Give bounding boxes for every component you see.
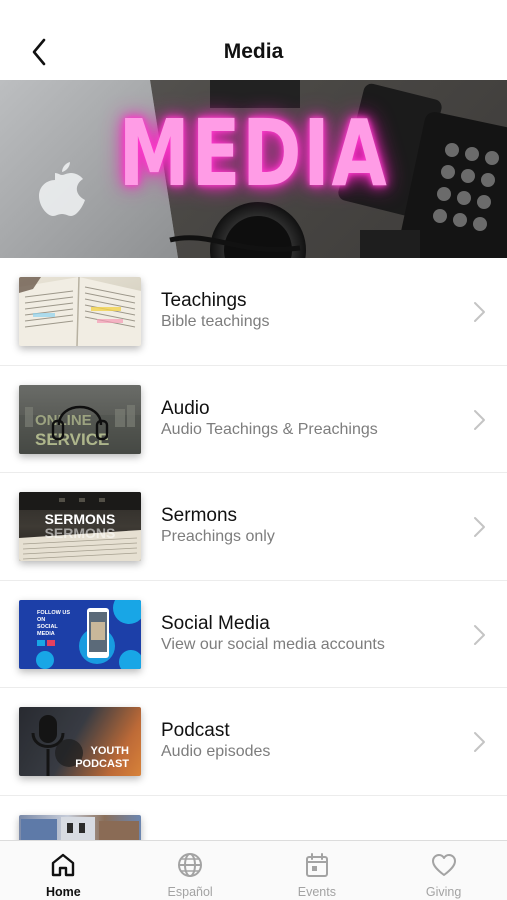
list-item-podcast[interactable]: YOUTH PODCAST Podcast Audio episodes <box>0 688 507 796</box>
list-item-audio[interactable]: ONLINE SERVICE Audio Audio Teachings & P… <box>0 365 507 473</box>
item-title: Teachings <box>161 290 247 311</box>
item-title: Podcast <box>161 720 230 741</box>
tab-label: Home <box>46 885 81 899</box>
svg-text:SOCIAL: SOCIAL <box>37 624 58 630</box>
media-list: Teachings Bible teachings ONLINE SERVICE <box>0 258 507 900</box>
tab-events[interactable]: Events <box>254 841 381 900</box>
svg-text:PODCAST: PODCAST <box>75 758 129 770</box>
home-icon <box>52 853 75 877</box>
sermons-thumbnail: SERMONS SERMONS <box>19 492 141 561</box>
calendar-icon <box>305 853 328 877</box>
headphones-online-service-thumbnail: ONLINE SERVICE <box>19 384 141 454</box>
list-item-teachings[interactable]: Teachings Bible teachings <box>0 258 507 366</box>
bottom-tab-bar: Home Español Events Giving <box>0 840 507 900</box>
tab-label: Español <box>167 885 213 899</box>
svg-text:FOLLOW US: FOLLOW US <box>37 610 70 616</box>
globe-icon <box>178 853 203 877</box>
follow-us-thumbnail: FOLLOW US ON SOCIAL MEDIA <box>19 599 141 669</box>
item-title: Social Media <box>161 612 270 634</box>
hero-banner: MEDIA <box>0 80 507 258</box>
list-item-sermons[interactable]: SERMONS SERMONS Sermons Preachings only <box>0 473 507 581</box>
tab-label: Giving <box>425 885 462 899</box>
chevron-right-icon <box>474 624 485 645</box>
hero-title: MEDIA <box>118 100 389 207</box>
tab-label: Events <box>297 885 336 899</box>
svg-text:SERMONS: SERMONS <box>45 525 116 541</box>
nav-header: Media <box>0 0 507 80</box>
item-subtitle: View our social media accounts <box>161 635 385 653</box>
item-subtitle: Preachings only <box>161 528 275 545</box>
chevron-right-icon <box>474 732 485 752</box>
chevron-right-icon <box>474 517 485 537</box>
svg-text:YOUTH: YOUTH <box>91 745 130 757</box>
tab-espanol[interactable]: Español <box>127 841 254 900</box>
chevron-right-icon <box>474 409 485 430</box>
heart-icon <box>431 854 456 876</box>
item-subtitle: Audio episodes <box>161 743 271 760</box>
youth-podcast-thumbnail: YOUTH PODCAST <box>19 707 141 776</box>
chevron-right-icon <box>474 302 485 322</box>
item-title: Sermons <box>161 505 238 526</box>
item-subtitle: Audio Teachings & Preachings <box>161 420 378 438</box>
tab-home[interactable]: Home <box>0 841 127 900</box>
svg-text:MEDIA: MEDIA <box>37 631 55 637</box>
tab-giving[interactable]: Giving <box>380 841 507 900</box>
open-bible-thumbnail <box>19 277 141 346</box>
svg-text:ON: ON <box>37 617 45 623</box>
media-screen: Media MEDIA Teachings Bible teachings ON… <box>0 0 507 900</box>
item-subtitle: Bible teachings <box>161 313 270 330</box>
item-title: Audio <box>161 397 210 419</box>
list-item-social-media[interactable]: FOLLOW US ON SOCIAL MEDIA Social Media V… <box>0 580 507 688</box>
page-title: Media <box>223 40 284 63</box>
